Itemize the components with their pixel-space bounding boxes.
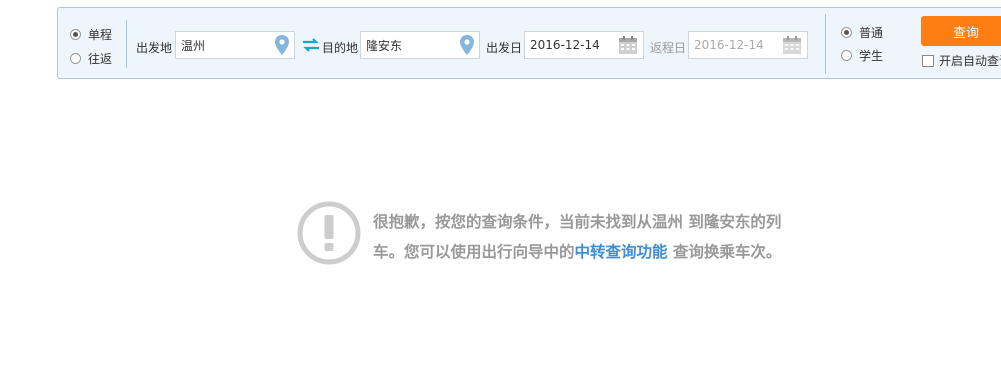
calendar-icon[interactable]	[618, 35, 638, 55]
depart-date-input[interactable]	[525, 33, 620, 57]
radio-one-way-dot[interactable]	[70, 29, 81, 40]
divider-right	[825, 14, 826, 74]
location-pin-icon[interactable]	[460, 35, 474, 55]
to-label: 目的地	[322, 41, 359, 55]
from-field[interactable]	[175, 31, 295, 59]
radio-student-dot[interactable]	[841, 50, 852, 61]
swap-icon[interactable]	[302, 38, 320, 52]
to-field[interactable]	[360, 31, 480, 59]
auto-query-checkbox-box[interactable]	[922, 54, 934, 67]
from-label: 出发地	[136, 41, 173, 55]
calendar-icon[interactable]	[782, 35, 802, 55]
radio-round-trip-dot[interactable]	[70, 53, 81, 64]
to-input[interactable]	[361, 33, 456, 57]
from-input[interactable]	[176, 33, 271, 57]
auto-query-label: 开启自动查询	[939, 54, 1001, 68]
query-button[interactable]: 查询	[921, 16, 1001, 46]
radio-normal-dot[interactable]	[841, 27, 852, 38]
location-pin-icon[interactable]	[275, 35, 289, 55]
search-bar: 单程 往返 出发地 目的地 出发日	[57, 7, 1001, 79]
warning-icon	[297, 201, 361, 265]
radio-normal-label: 普通	[859, 26, 884, 40]
no-result-message: 很抱歉，按您的查询条件，当前未找到从温州 到隆安东的列车。您可以使用出行向导中的…	[373, 207, 793, 267]
radio-one-way[interactable]: 单程	[70, 26, 112, 43]
radio-round-trip-label: 往返	[88, 52, 113, 66]
divider-left	[126, 20, 127, 68]
depart-label: 出发日	[486, 41, 523, 55]
radio-student-label: 学生	[859, 49, 884, 63]
notice-text-after: 查询换乘车次。	[667, 243, 782, 261]
radio-one-way-label: 单程	[88, 28, 113, 42]
radio-round-trip[interactable]: 往返	[70, 50, 112, 67]
radio-normal[interactable]: 普通	[841, 24, 883, 41]
radio-student[interactable]: 学生	[841, 47, 883, 64]
return-date-input[interactable]	[689, 33, 784, 57]
return-label: 返程日	[650, 41, 687, 55]
transfer-query-link[interactable]: 中转查询功能	[575, 243, 668, 261]
auto-query-checkbox[interactable]: 开启自动查询	[922, 52, 1001, 69]
return-field[interactable]	[688, 31, 808, 59]
depart-field[interactable]	[524, 31, 644, 59]
